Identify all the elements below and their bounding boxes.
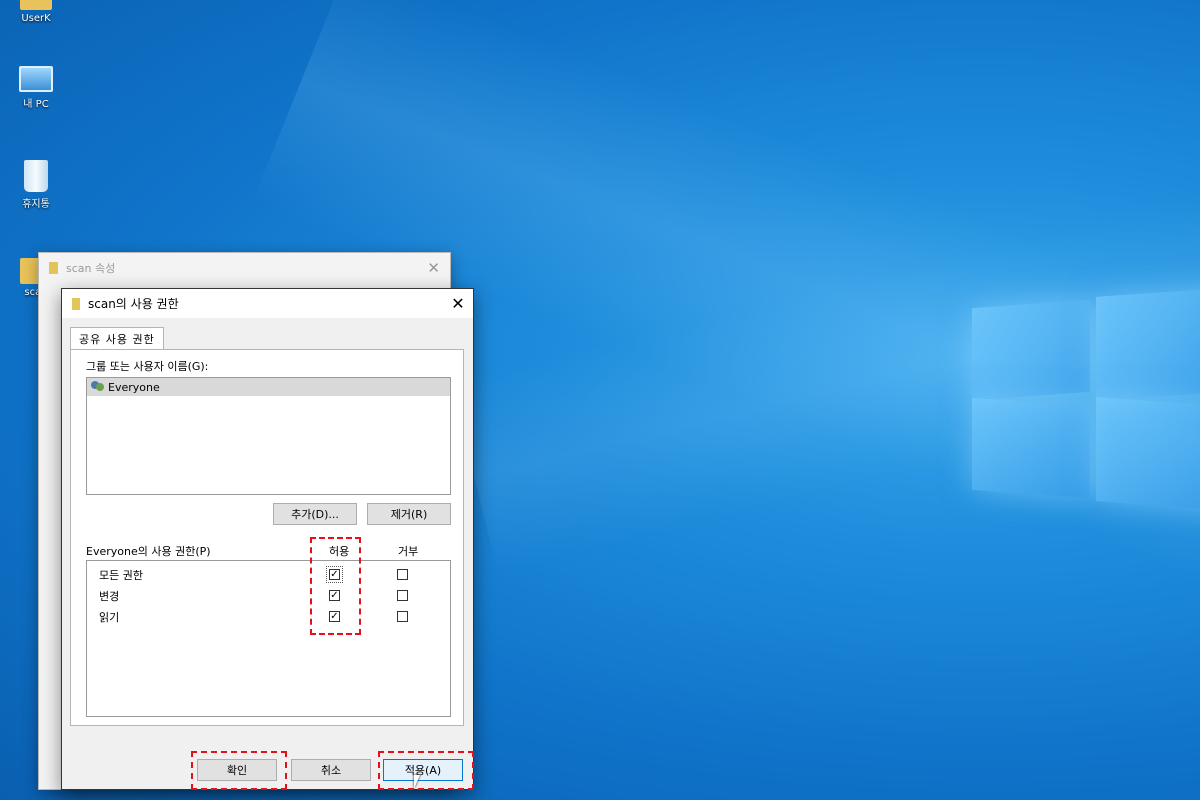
list-item-label: Everyone	[108, 380, 160, 394]
permissions-list: 모든 권한 변경 읽기 ✓ ✓ ✓	[86, 560, 451, 717]
permission-full-control-label: 모든 권한	[99, 569, 143, 582]
folder-icon	[20, 0, 52, 10]
users-group-icon	[91, 381, 105, 393]
desktop-icon-label: 내 PC	[23, 99, 49, 110]
cancel-button[interactable]: 취소	[291, 759, 371, 781]
highlight-apply-button	[378, 751, 474, 790]
permission-read-label: 읽기	[99, 611, 120, 624]
folder-icon	[49, 262, 58, 274]
tab-panel: 그룹 또는 사용자 이름(G): Everyone 추가(D)... 제거(R)…	[70, 349, 464, 726]
windows-logo	[972, 282, 1200, 512]
desktop-icon-recycle-bin[interactable]: 휴지통	[8, 160, 64, 210]
dialog-title: scan의 사용 권한	[88, 297, 179, 311]
users-listbox[interactable]: Everyone	[86, 377, 451, 495]
tab-share-permissions[interactable]: 공유 사용 권한	[70, 327, 164, 350]
share-permissions-dialog: scan의 사용 권한 ✕ 공유 사용 권한 그룹 또는 사용자 이름(G): …	[61, 288, 474, 790]
permissions-label: Everyone의 사용 권한(P)	[86, 545, 211, 558]
desktop-icon-label: UserK	[21, 13, 51, 24]
deny-full-control-checkbox[interactable]	[397, 569, 408, 580]
deny-change-checkbox[interactable]	[397, 590, 408, 601]
deny-read-checkbox[interactable]	[397, 611, 408, 622]
highlight-allow-column	[310, 537, 361, 635]
desktop-icon-label: 휴지통	[22, 199, 50, 210]
close-icon[interactable]: ✕	[427, 259, 440, 277]
group-users-label: 그룹 또는 사용자 이름(G):	[86, 360, 209, 373]
desktop-icon-user-folder[interactable]: UserK	[8, 0, 64, 24]
desktop-icon-this-pc[interactable]: 내 PC	[8, 66, 64, 110]
mouse-cursor	[414, 775, 420, 789]
close-icon[interactable]: ✕	[443, 294, 473, 313]
highlight-ok-button	[191, 751, 287, 790]
computer-icon	[19, 66, 53, 92]
add-user-button[interactable]: 추가(D)...	[273, 503, 357, 525]
deny-column-header: 거부	[398, 545, 419, 558]
window-title: scan 속성	[66, 262, 116, 275]
recycle-bin-icon	[24, 160, 48, 192]
permission-change-label: 변경	[99, 590, 120, 603]
list-item[interactable]: Everyone	[87, 378, 450, 396]
remove-user-button[interactable]: 제거(R)	[367, 503, 451, 525]
folder-icon	[72, 297, 80, 310]
